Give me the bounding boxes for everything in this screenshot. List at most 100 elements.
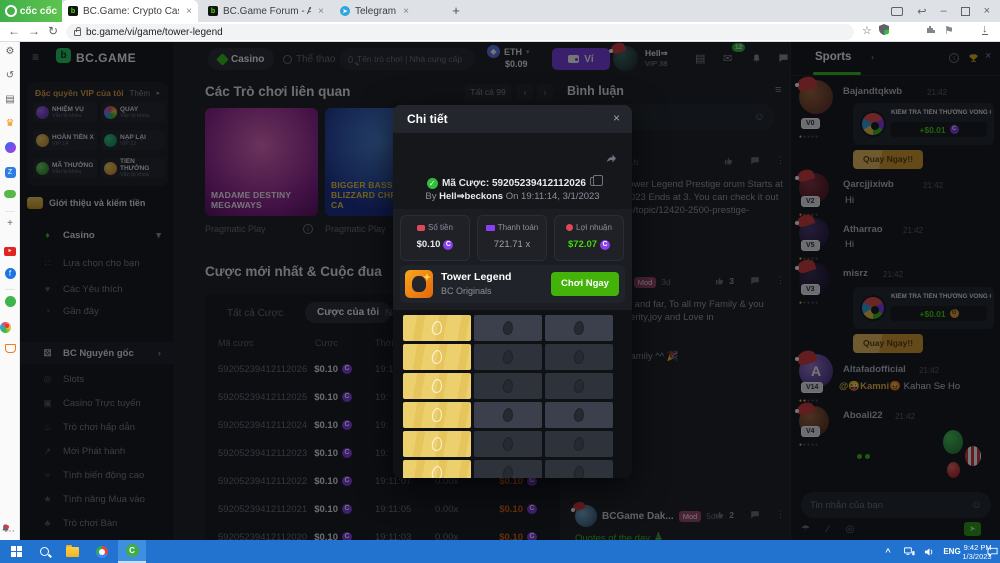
carousel-prev-icon[interactable]: ‹ (517, 84, 533, 100)
like-icon[interactable] (724, 156, 734, 166)
mail-icon[interactable]: ✉ (723, 52, 732, 65)
tab-close-icon[interactable]: × (403, 6, 409, 17)
tab-close-icon[interactable]: × (186, 6, 192, 17)
new-tab-button[interactable]: + (448, 3, 464, 19)
player-name[interactable]: Hell⇒beckons (439, 191, 503, 202)
chevron-right-icon[interactable]: › (871, 52, 874, 62)
colorful-app-icon[interactable] (0, 325, 11, 336)
tower-legend-thumbnail[interactable] (405, 270, 433, 298)
tab-my-bets[interactable]: Cược của tôi (305, 302, 391, 323)
comments-menu-icon[interactable]: ≡ (775, 84, 781, 96)
back-icon[interactable]: ← (8, 24, 20, 38)
zalo-icon[interactable]: Z (0, 166, 20, 178)
chat-username[interactable]: misrz (843, 268, 868, 279)
user-avatar[interactable] (613, 46, 638, 71)
history-icon[interactable]: ↺ (0, 70, 20, 81)
sidebar-item-live-casino[interactable]: ▣Casino Trực tuyến (20, 392, 175, 414)
reply-bubble-icon[interactable] (750, 156, 760, 166)
bet-row[interactable]: 59205239412112020$0.10C19:11:030.00x$0.1… (205, 524, 560, 540)
action-center-icon[interactable] (984, 540, 1000, 563)
close-chat-icon[interactable]: × (985, 50, 991, 62)
vip-card-quest[interactable]: NHIỆM VỤVẫn bị khóa (33, 102, 97, 122)
chat-username[interactable]: Altafadofficial (843, 364, 906, 375)
quests-list-icon[interactable]: ▤ (695, 52, 705, 65)
crown-icon[interactable]: ♛ (0, 118, 20, 129)
more-dots-icon[interactable]: ⋮ (776, 275, 785, 286)
minimize-button[interactable]: – (940, 5, 946, 17)
network-icon[interactable] (900, 540, 918, 563)
reply-bubble-icon[interactable] (750, 276, 760, 286)
hamburger-icon[interactable]: ≡ (32, 50, 39, 64)
youtube-icon[interactable]: ▸ (0, 244, 20, 256)
coccoc-brand[interactable]: cốc cốc (0, 0, 62, 22)
all-games-button[interactable]: Tất cả 99 (465, 84, 511, 100)
coccoc-taskbar-icon[interactable]: C (118, 540, 146, 563)
sidebar-item-new-releases[interactable]: ↗Mới Phát hành (20, 440, 175, 462)
more-icon[interactable]: ⋯ (0, 526, 20, 537)
vip-card-bonus-code[interactable]: MÃ THƯỞNGVẫn bị khóa (33, 158, 97, 178)
chat-input[interactable]: ☺ (801, 492, 991, 518)
chat-username[interactable]: Atharrao (843, 224, 883, 235)
reload-icon[interactable]: ↻ (48, 24, 58, 38)
tab-all-bets[interactable]: Tất cả Cược (227, 308, 283, 319)
reply-bubble-icon[interactable] (750, 510, 760, 520)
spin-now-button[interactable]: Quay Ngay!! (853, 150, 923, 169)
bet-row[interactable]: 59205239412112021$0.10C19:11:050.00x$0.1… (205, 496, 560, 523)
info-icon[interactable]: i (949, 53, 959, 63)
wallet-button[interactable]: Ví (552, 48, 610, 70)
file-explorer-icon[interactable] (60, 540, 84, 563)
close-modal-icon[interactable]: × (613, 111, 620, 125)
chat-message-field[interactable] (810, 500, 960, 511)
sidebar-item-buy-feature[interactable]: ★Tính năng Mua vào (20, 488, 175, 510)
tab-panel-icon[interactable] (891, 7, 903, 16)
search-input[interactable] (357, 54, 467, 64)
facebook-icon[interactable]: f (0, 268, 20, 279)
bonus-spin-card[interactable]: KIẾM TRA TIỀN THƯỞNG VÒNG QU +$0.01C (853, 103, 994, 145)
support-chat-icon[interactable] (778, 51, 789, 69)
vip-card-bonus[interactable]: TIỀN THƯỞNGVẫn bị khóa (101, 158, 165, 178)
vip-more-link[interactable]: Thêm (130, 89, 150, 98)
balance-selector[interactable]: ◆ ETH ▾ (487, 45, 530, 58)
carousel-next-icon[interactable]: › (537, 84, 553, 100)
sidebar-item-recent[interactable]: ◔Gần đây (20, 300, 175, 322)
taskbar-search-icon[interactable] (32, 540, 56, 563)
sports-tab[interactable]: Thể thao (275, 48, 343, 70)
commenter-name[interactable]: BCGame Dak... (602, 511, 674, 522)
emoji-icon[interactable]: ☺ (754, 111, 765, 123)
chrome-taskbar-icon[interactable] (90, 540, 114, 563)
game-name[interactable]: Tower Legend (441, 271, 511, 283)
gear-icon[interactable]: ⚙ (0, 46, 20, 57)
emoji-icon[interactable]: ☺ (971, 499, 982, 511)
tray-chevron-icon[interactable]: ^ (880, 540, 896, 563)
copy-icon[interactable] (590, 177, 598, 186)
commenter-avatar[interactable] (575, 505, 597, 527)
sidebar-item-casino[interactable]: ♦ Casino ▾ (20, 224, 175, 246)
close-window-button[interactable]: × (984, 5, 990, 17)
chat-username[interactable]: Bajandtqkwb (843, 86, 902, 97)
tab-bcgame[interactable]: b BC.Game: Crypto Casino Gan × (62, 0, 198, 22)
referral-link[interactable]: Giới thiệu và kiếm tiền (27, 192, 168, 214)
bookmark-star-icon[interactable]: ☆ (862, 24, 872, 37)
volume-icon[interactable] (920, 540, 938, 563)
chat-room-tab[interactable]: Sports (815, 51, 851, 63)
start-button[interactable] (4, 540, 28, 563)
sidebar-item-bc-originals[interactable]: ⚄BC Nguyên gốc› (20, 342, 175, 364)
tab-close-icon[interactable]: × (318, 6, 324, 17)
tab-telegram[interactable]: ➤ Telegram × (334, 0, 442, 22)
game-card-madame-destiny[interactable]: MADAME DESTINY MEGAWAYS (205, 108, 318, 216)
sidebar-item-table-games[interactable]: ♣Trò chơi Bàn (20, 512, 175, 534)
extension-icon[interactable] (926, 24, 936, 37)
chat-avatar[interactable] (799, 80, 833, 114)
more-dots-icon[interactable]: ⋮ (776, 509, 785, 520)
forward-icon[interactable]: → (28, 24, 40, 38)
gif-icon[interactable]: ◎ (846, 524, 855, 535)
info-icon[interactable]: i (303, 224, 313, 234)
casino-tab[interactable]: Casino (208, 48, 274, 70)
messenger-icon[interactable] (0, 142, 20, 156)
feed-icon[interactable]: ▤ (0, 94, 20, 105)
language-indicator[interactable]: ENG (940, 540, 964, 563)
vip-card-cashback[interactable]: HOÀN TIỀN XVIP 14 (33, 130, 97, 150)
sidebar-item-favorites[interactable]: ♥Các Yêu thích (20, 278, 175, 300)
chat-username[interactable]: Aboali22 (843, 410, 883, 421)
maximize-button[interactable] (961, 7, 970, 16)
